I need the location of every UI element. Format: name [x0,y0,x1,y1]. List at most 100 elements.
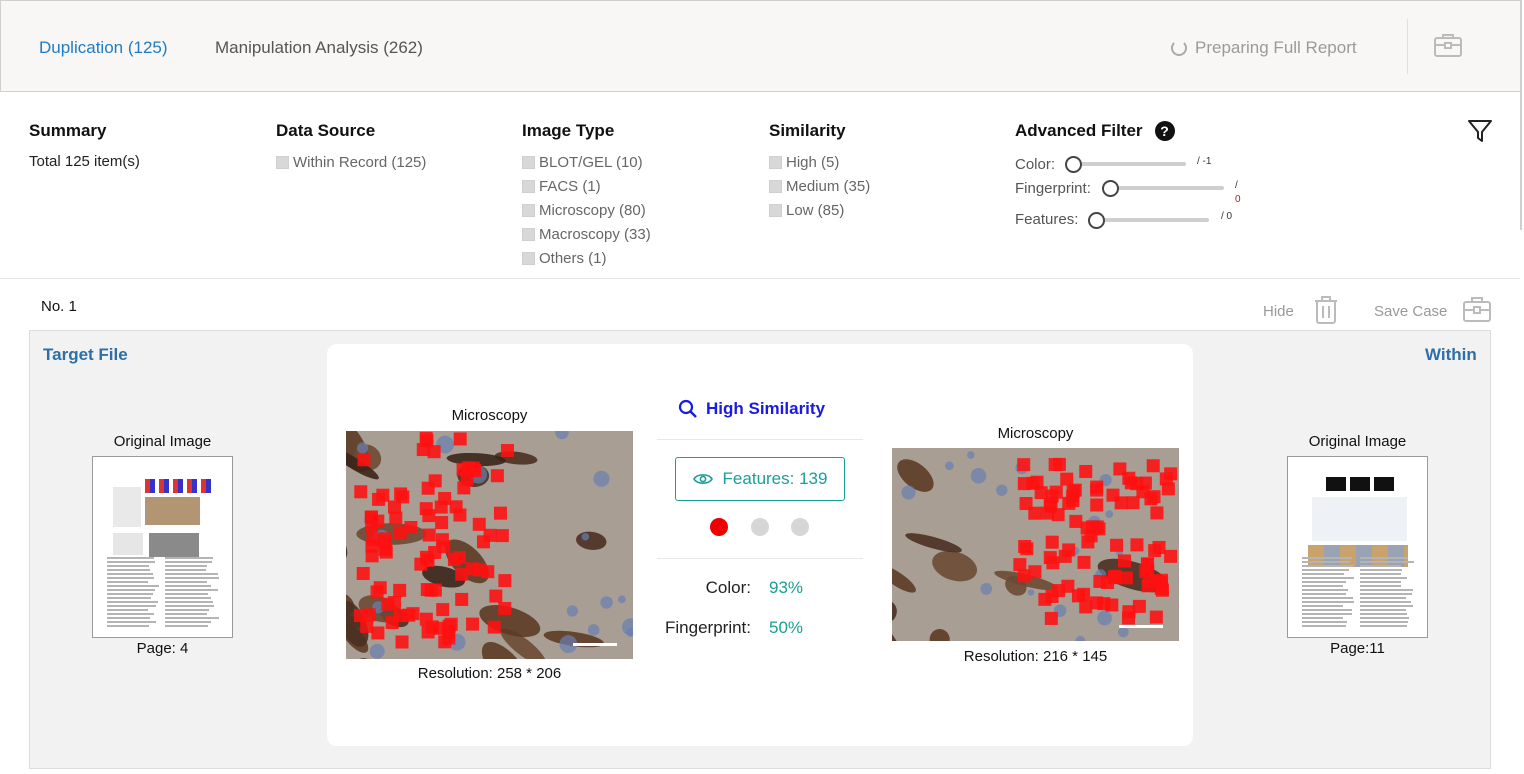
thumbnail-text-line [107,597,151,599]
tissue-cell [929,628,950,641]
thumbnail-text-line [1302,609,1353,611]
trash-icon[interactable] [1313,295,1339,325]
checkbox[interactable] [769,203,782,217]
feature-marker [473,563,487,577]
checkbox[interactable] [769,179,782,193]
fingerprint-slider-track[interactable] [1110,186,1224,190]
feature-marker [373,581,387,595]
thumbnail-text-line [1360,609,1406,611]
feature-marker [1017,458,1031,472]
left-page-label: Page: 4 [136,640,189,657]
checkbox[interactable] [522,251,535,265]
features-slider-value: / 0 [1221,211,1233,222]
left-original-thumbnail[interactable] [92,456,233,638]
feature-marker [394,487,408,501]
checkbox[interactable] [522,227,535,241]
hide-button[interactable]: Hide [1263,303,1294,320]
image-type-item[interactable]: BLOT/GEL (10) [522,153,651,171]
report-status[interactable]: Preparing Full Report [1171,38,1357,58]
image-type-item[interactable]: Microscopy (80) [522,201,651,219]
right-original-thumbnail[interactable] [1287,456,1428,638]
feature-marker [357,453,371,467]
briefcase-icon[interactable] [1433,32,1463,58]
help-icon[interactable]: ? [1154,121,1175,141]
features-button[interactable]: Features: 139 [675,457,845,501]
thumbnail-text-line [107,557,154,559]
features-label: Features: 139 [722,469,828,488]
checkbox[interactable] [769,155,782,169]
thumbnail-figure [1308,545,1408,567]
features-slider-handle[interactable] [1088,212,1105,229]
color-metric-value: 93% [769,578,804,597]
checkbox[interactable] [522,203,535,217]
checkbox[interactable] [276,155,289,169]
fingerprint-slider-value: / [1235,180,1238,191]
thumbnail-text-line [165,601,213,603]
feature-marker [1079,464,1093,478]
feature-marker [371,626,385,640]
tissue-nucleus [587,624,600,636]
feature-marker [1018,539,1032,553]
feature-marker [393,609,407,623]
fingerprint-slider-handle[interactable] [1102,180,1119,197]
summary-title: Summary [29,121,107,140]
right-original-label: Original Image [1308,433,1407,450]
tissue-nucleus [945,461,954,471]
feature-marker [1017,477,1031,491]
right-microscopy-image[interactable] [892,448,1179,641]
checkbox-label: BLOT/GEL (10) [539,153,643,171]
tissue-nucleus [369,643,385,659]
similarity-item[interactable]: High (5) [769,153,870,171]
tissue-cell [897,459,934,492]
thumbnail-text-line [165,625,209,627]
thumbnail-text-line [1360,581,1402,583]
feature-marker [1138,476,1152,490]
similarity-item[interactable]: Low (85) [769,201,870,219]
color-slider-value: / -1 [1197,156,1212,167]
tab-manipulation-analysis[interactable]: Manipulation Analysis (262) [215,38,423,58]
pager-dot-1[interactable] [710,518,728,536]
feature-marker [1028,565,1042,579]
feature-marker [356,567,370,581]
funnel-icon[interactable] [1467,118,1493,144]
pager-dot-3[interactable] [791,518,809,536]
fingerprint-slider-value-secondary: 0 [1235,194,1241,205]
tissue-nucleus [996,484,1008,496]
thumbnail-text-line [107,589,156,591]
thumbnail-text-line [1302,577,1355,579]
tab-duplication[interactable]: Duplication (125) [39,38,168,58]
image-type-item[interactable]: Macroscopy (33) [522,225,651,243]
top-bar: Duplication (125) Manipulation Analysis … [0,0,1521,92]
thumbnail-text-line [1302,601,1355,603]
save-case-button[interactable]: Save Case [1374,303,1447,320]
checkbox[interactable] [522,179,535,193]
color-slider-track[interactable] [1072,162,1186,166]
left-microscopy-image[interactable] [346,431,633,659]
feature-marker [416,443,430,457]
similarity-item[interactable]: Medium (35) [769,177,870,195]
checkbox[interactable] [522,155,535,169]
color-metric-label: Color: [705,578,751,597]
feature-marker [453,432,467,446]
feature-marker [1066,494,1080,508]
tissue-nucleus [980,583,993,595]
features-slider-track[interactable] [1095,218,1209,222]
briefcase-icon[interactable] [1462,295,1492,323]
scrollbar[interactable] [1520,0,1522,230]
data-source-item[interactable]: Within Record (125) [276,153,426,171]
pager-dot-2[interactable] [751,518,769,536]
feature-marker [1071,589,1085,603]
section-divider [0,278,1520,279]
thumbnail-text-line [165,609,209,611]
color-slider-handle[interactable] [1065,156,1082,173]
feature-marker [378,535,392,549]
image-type-item[interactable]: FACS (1) [522,177,651,195]
data-source-title: Data Source [276,121,376,140]
checkbox-label: FACS (1) [539,177,601,195]
tissue-cell [346,517,348,562]
feature-marker [1148,544,1162,558]
feature-marker [1069,514,1083,528]
image-type-item[interactable]: Others (1) [522,249,651,267]
summary-section: Summary Total 125 item(s) [29,121,140,170]
thumbnail-text-line [107,593,153,595]
